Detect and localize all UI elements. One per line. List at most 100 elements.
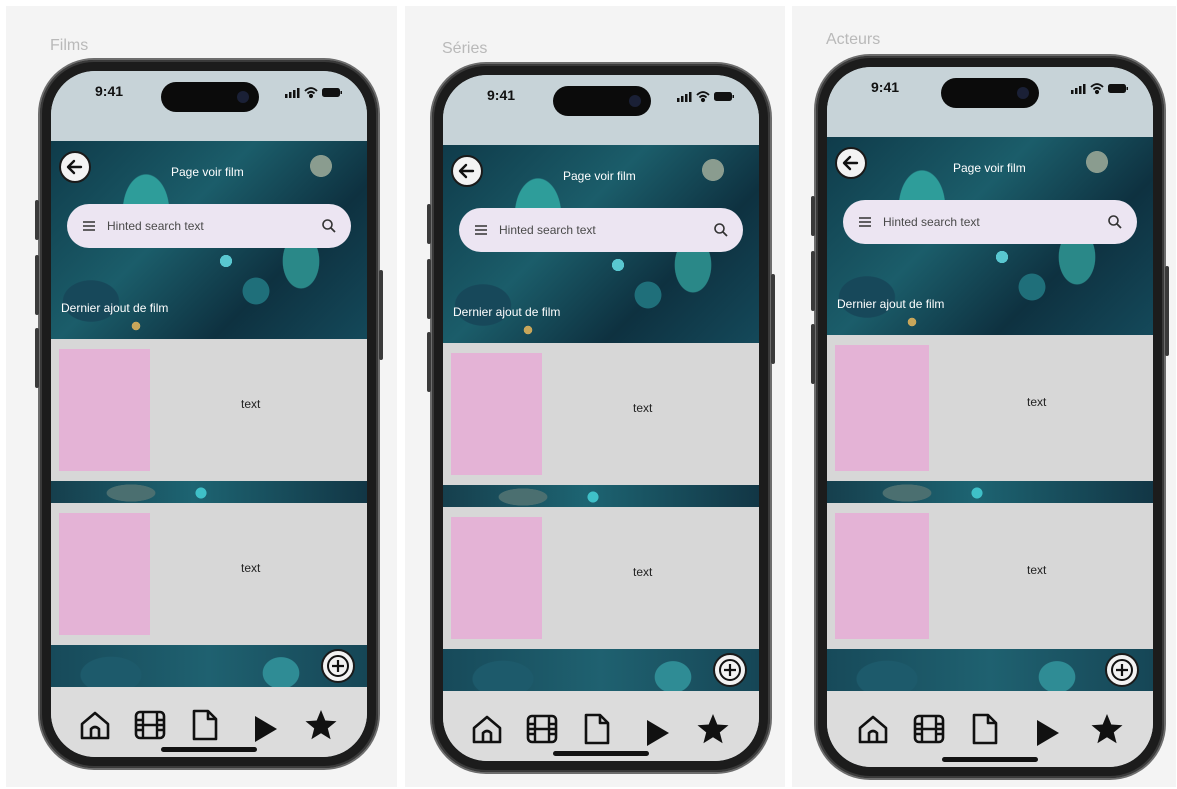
- signal-icon: [677, 92, 692, 102]
- add-button[interactable]: [713, 653, 747, 687]
- search-icon[interactable]: [321, 218, 337, 234]
- status-time: 9:41: [95, 83, 124, 99]
- arrow-left-icon: [66, 159, 83, 175]
- document-icon[interactable]: [187, 707, 223, 743]
- search-bar[interactable]: [67, 204, 351, 248]
- thumbnail: [835, 345, 929, 471]
- status-icons: [677, 91, 734, 103]
- side-button: [35, 328, 39, 388]
- screen: 9:41 Page voir film Dernier ajout de fil…: [827, 67, 1153, 767]
- background-strip: [51, 481, 367, 503]
- list-item[interactable]: text: [51, 339, 367, 481]
- film-icon[interactable]: [132, 707, 168, 743]
- search-bar[interactable]: [459, 208, 743, 252]
- film-icon[interactable]: [524, 711, 560, 747]
- bottom-navbar: [827, 691, 1153, 767]
- play-icon[interactable]: [1029, 715, 1065, 751]
- list-item-text: text: [633, 565, 653, 579]
- background-strip: [443, 485, 759, 507]
- back-button[interactable]: [835, 147, 867, 179]
- signal-icon: [285, 88, 300, 98]
- status-icons: [1071, 83, 1128, 95]
- side-button: [35, 200, 39, 240]
- thumbnail: [835, 513, 929, 639]
- add-button[interactable]: [1105, 653, 1139, 687]
- home-icon[interactable]: [469, 711, 505, 747]
- side-button: [35, 255, 39, 315]
- phone-films: 9:41 Page voir film Dernier ajout de fil…: [35, 60, 383, 768]
- page-title: Page voir film: [953, 161, 1026, 175]
- list-item[interactable]: text: [827, 503, 1153, 649]
- page-title: Page voir film: [563, 169, 636, 183]
- section-title: Dernier ajout de film: [837, 297, 945, 311]
- home-icon[interactable]: [855, 711, 891, 747]
- frame-label-series: Séries: [442, 40, 488, 57]
- star-icon[interactable]: [1089, 711, 1125, 747]
- screen: 9:41 Page voir film Dernier ajout de fil…: [51, 71, 367, 757]
- star-icon[interactable]: [303, 707, 339, 743]
- phone-acteurs: 9:41 Page voir film Dernier ajout de fil…: [811, 56, 1169, 778]
- side-button: [427, 204, 431, 244]
- dynamic-island: [553, 86, 651, 116]
- side-button: [427, 332, 431, 392]
- status-bar: 9:41: [51, 71, 367, 141]
- list-item-text: text: [1027, 563, 1047, 577]
- play-icon[interactable]: [639, 715, 675, 751]
- battery-icon: [714, 92, 734, 101]
- list-item[interactable]: text: [827, 335, 1153, 481]
- thumbnail: [59, 513, 150, 635]
- frame-label-films: Films: [50, 37, 89, 54]
- wifi-icon: [696, 91, 710, 103]
- status-time: 9:41: [487, 87, 516, 103]
- dynamic-island: [161, 82, 259, 112]
- menu-icon[interactable]: [857, 214, 873, 230]
- star-icon[interactable]: [695, 711, 731, 747]
- back-button[interactable]: [59, 151, 91, 183]
- search-icon[interactable]: [1107, 214, 1123, 230]
- home-indicator: [161, 747, 257, 752]
- film-icon[interactable]: [911, 711, 947, 747]
- arrow-left-icon: [842, 155, 859, 171]
- side-button: [427, 259, 431, 319]
- list-item[interactable]: text: [443, 507, 759, 649]
- wifi-icon: [1090, 83, 1104, 95]
- thumbnail: [59, 349, 150, 471]
- search-input[interactable]: [499, 220, 699, 240]
- menu-icon[interactable]: [473, 222, 489, 238]
- arrow-left-icon: [458, 163, 475, 179]
- search-input[interactable]: [883, 212, 1083, 232]
- battery-icon: [322, 88, 342, 97]
- home-icon[interactable]: [77, 707, 113, 743]
- list-item-text: text: [241, 397, 261, 411]
- status-bar: 9:41: [443, 75, 759, 145]
- search-bar[interactable]: [843, 200, 1137, 244]
- status-icons: [285, 87, 342, 99]
- add-button[interactable]: [321, 649, 355, 683]
- search-icon[interactable]: [713, 222, 729, 238]
- wifi-icon: [304, 87, 318, 99]
- list-item[interactable]: text: [443, 343, 759, 485]
- side-button: [811, 196, 815, 236]
- list-item[interactable]: text: [51, 503, 367, 645]
- section-title: Dernier ajout de film: [453, 305, 561, 319]
- search-input[interactable]: [107, 216, 307, 236]
- document-icon[interactable]: [579, 711, 615, 747]
- frame-label-acteurs: Acteurs: [826, 31, 881, 48]
- signal-icon: [1071, 84, 1086, 94]
- battery-icon: [1108, 84, 1128, 93]
- section-title: Dernier ajout de film: [61, 301, 169, 315]
- list-item-text: text: [1027, 395, 1047, 409]
- power-button: [379, 270, 383, 360]
- back-button[interactable]: [451, 155, 483, 187]
- thumbnail: [451, 517, 542, 639]
- side-button: [811, 324, 815, 384]
- home-indicator: [942, 757, 1038, 762]
- background-strip: [51, 645, 367, 687]
- side-button: [811, 251, 815, 311]
- play-icon[interactable]: [247, 711, 283, 747]
- list-item-text: text: [633, 401, 653, 415]
- plus-circle-icon: [1111, 659, 1133, 681]
- plus-circle-icon: [719, 659, 741, 681]
- menu-icon[interactable]: [81, 218, 97, 234]
- document-icon[interactable]: [967, 711, 1003, 747]
